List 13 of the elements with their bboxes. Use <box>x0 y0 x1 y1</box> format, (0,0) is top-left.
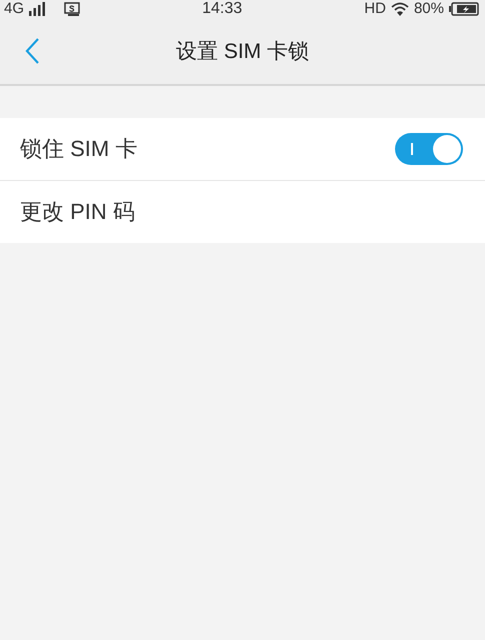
battery-charging-icon <box>448 2 479 16</box>
settings-row[interactable]: 锁住 SIM 卡 <box>0 118 485 181</box>
toggle-switch[interactable] <box>395 133 463 165</box>
battery-percent: 80% <box>414 1 444 17</box>
page-title: 设置 SIM 卡锁 <box>176 39 309 65</box>
settings-row[interactable]: 更改 PIN 码 <box>0 181 485 243</box>
network-label: 4G <box>4 1 24 17</box>
setting-label: 锁住 SIM 卡 <box>20 135 138 163</box>
wifi-icon <box>390 2 409 16</box>
hd-label: HD <box>364 1 386 17</box>
setting-label: 更改 PIN 码 <box>20 198 135 226</box>
clock-time: 14:33 <box>202 1 242 17</box>
sim-card-icon <box>64 2 80 16</box>
